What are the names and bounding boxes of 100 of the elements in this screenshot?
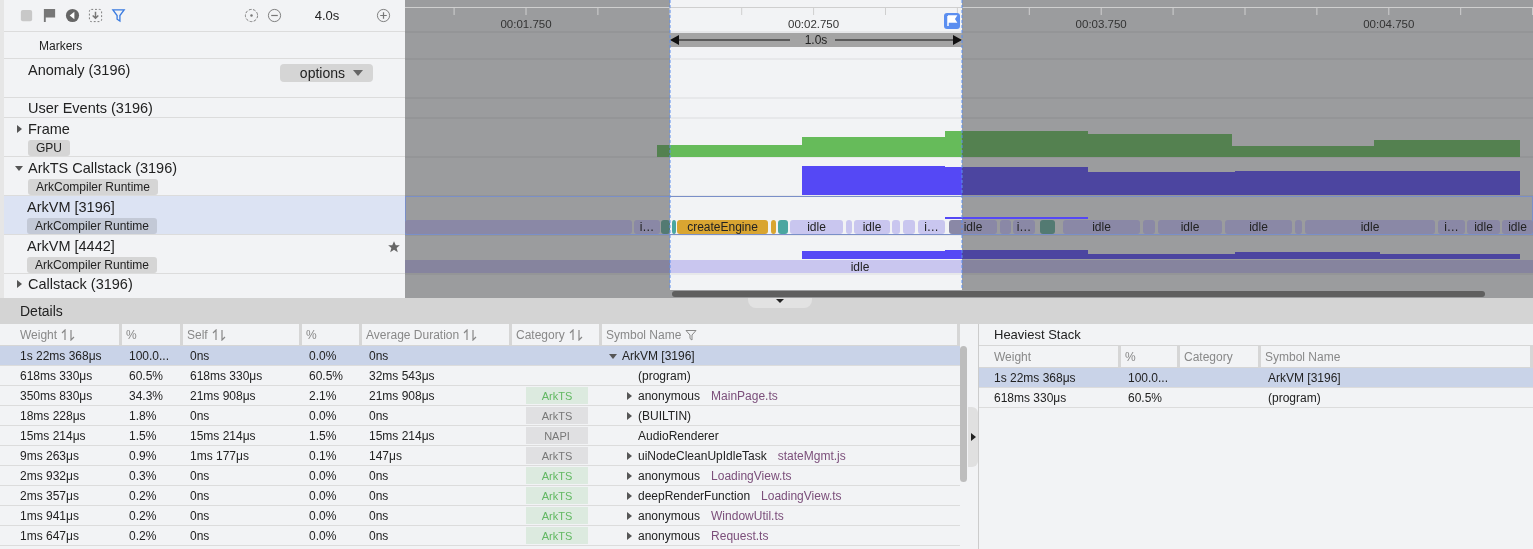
table-cell-text: 0ns: [368, 467, 390, 485]
call-slice[interactable]: idle: [1467, 220, 1500, 234]
flag-icon[interactable]: [42, 8, 57, 23]
expand-arrow-icon[interactable]: [624, 390, 634, 401]
capture-icon[interactable]: [88, 8, 103, 23]
lane-row[interactable]: User Events (3196): [4, 98, 405, 118]
sort-icon[interactable]: [61, 328, 76, 341]
call-slice[interactable]: idle: [949, 220, 997, 234]
call-slice[interactable]: idle: [790, 220, 843, 234]
table-row[interactable]: 9ms 263μs 0.9% 1ms 177μs 0.1% 147μs ArkTS uiNodeCleanUpIdleTask stateMgmt.js: [0, 446, 960, 466]
table-row[interactable]: 1s 22ms 368μs 100.0... 0ns 0.0% 0ns ArkVM [3196]: [0, 346, 960, 366]
call-slice[interactable]: i…: [1438, 220, 1465, 234]
expand-arrow-icon[interactable]: [624, 470, 634, 481]
table-cell-text: 15ms 214μs: [189, 427, 257, 445]
table-cell-text: ArkVM [3196]: [1267, 369, 1342, 387]
filter-icon[interactable]: [111, 8, 126, 23]
table-cell-text: 0.0%: [308, 407, 338, 425]
call-slice[interactable]: idle: [1305, 220, 1435, 234]
expand-arrow-icon[interactable]: [624, 490, 634, 501]
lane-row[interactable]: Frame GPU: [4, 118, 405, 157]
call-slice[interactable]: [672, 220, 676, 234]
call-slice[interactable]: idle: [1502, 220, 1533, 234]
table-cell-text: 15ms 214μs: [368, 427, 436, 445]
call-slice[interactable]: idle: [854, 220, 890, 234]
lane-title: Frame: [28, 121, 70, 137]
table-cell-text: 34.3%: [128, 387, 165, 405]
scrollbar-thumb[interactable]: [960, 346, 967, 482]
expand-arrow-icon[interactable]: [14, 124, 24, 134]
table-row[interactable]: 2ms 357μs 0.2% 0ns 0.0% 0ns ArkTS deepRenderFunction LoadingView.ts: [0, 486, 960, 506]
table-cell-text: 21ms 908μs: [368, 387, 436, 405]
call-slice[interactable]: [778, 220, 788, 234]
symbol-cell-text: AudioRenderer: [637, 427, 720, 445]
sort-icon[interactable]: [568, 328, 583, 341]
collapse-button[interactable]: [748, 298, 812, 308]
table-row[interactable]: 350ms 830μs 34.3% 21ms 908μs 2.1% 21ms 908μs ArkTS anonymous MainPage.ts: [0, 386, 960, 406]
lane-row[interactable]: Callstack (3196): [4, 274, 405, 295]
sort-icon[interactable]: [463, 328, 478, 341]
expand-arrow-icon[interactable]: [14, 163, 24, 173]
flag-icon[interactable]: [944, 13, 960, 29]
filter-icon[interactable]: [685, 328, 698, 341]
panel-title: Details: [20, 303, 63, 319]
time-label: 00:01.750: [500, 18, 552, 30]
call-slice[interactable]: idle: [1158, 220, 1222, 234]
expand-arrow-icon[interactable]: [624, 450, 634, 461]
call-slice[interactable]: [661, 220, 670, 234]
expand-arrow-icon[interactable]: [624, 530, 634, 541]
call-slice[interactable]: idle: [1063, 220, 1140, 234]
star-icon[interactable]: [387, 240, 401, 254]
selected-lane[interactable]: ArkVM [3196] ArkCompiler Runtime: [4, 196, 405, 235]
table-row[interactable]: 618ms 330μs 60.5% (program): [979, 388, 1533, 408]
call-slice[interactable]: i…: [918, 220, 945, 234]
table-row[interactable]: 618ms 330μs 60.5% 618ms 330μs 60.5% 32ms 543μs (program): [0, 366, 960, 386]
table-cell-text: 0.0%: [308, 347, 338, 365]
timer-icon[interactable]: [244, 8, 259, 23]
time-label: 00:03.750: [1075, 18, 1127, 30]
table-cell-text: 0.3%: [128, 467, 158, 485]
table-cell-text: 0.1%: [308, 447, 338, 465]
navigate-icon[interactable]: [65, 8, 80, 23]
table-row[interactable]: 2ms 932μs 0.3% 0ns 0.0% 0ns ArkTS anonymous LoadingView.ts: [0, 466, 960, 486]
selection-end-line[interactable]: [961, 0, 963, 291]
table-cell-text: 32ms 543μs: [368, 367, 436, 385]
table-cell-text: 618ms 330μs: [993, 389, 1068, 407]
options-dropdown[interactable]: options: [279, 64, 373, 82]
table-row[interactable]: 18ms 228μs 1.8% 0ns 0.0% 0ns ArkTS (BUILTIN): [0, 406, 960, 426]
expand-arrow-icon[interactable]: [14, 279, 24, 289]
call-slice[interactable]: idle: [1225, 220, 1292, 234]
time-label: 00:02.750: [788, 18, 840, 30]
lane-row[interactable]: Anomaly (3196) options: [4, 59, 405, 98]
table-cell-text: 618ms 330μs: [19, 367, 94, 385]
table-row[interactable]: 1ms 647μs 0.2% 0ns 0.0% 0ns ArkTS anonymous Request.ts: [0, 526, 960, 546]
symbol-cell-text: (program): [637, 367, 692, 385]
call-slice[interactable]: [771, 220, 776, 234]
lane-row[interactable]: ArkVM [4442] ArkCompiler Runtime: [4, 235, 405, 274]
table-cell-text: 1s 22ms 368μs: [993, 369, 1077, 387]
call-slice[interactable]: i…: [634, 220, 660, 234]
expand-arrow-icon[interactable]: [624, 410, 634, 421]
zoom-in-icon[interactable]: [376, 8, 391, 23]
call-slice[interactable]: createEngine: [677, 220, 768, 234]
expand-arrow-icon[interactable]: [624, 510, 634, 521]
category-tag: ArkTS: [526, 507, 588, 524]
zoom-out-icon[interactable]: [267, 8, 282, 23]
table-cell-text: 1.5%: [308, 427, 338, 445]
table-row[interactable]: 1ms 941μs 0.2% 0ns 0.0% 0ns ArkTS anonymous WindowUtil.ts: [0, 506, 960, 526]
table-row[interactable]: 1s 22ms 368μs 100.0... ArkVM [3196]: [979, 368, 1533, 388]
table-cell-text: 0.2%: [128, 527, 158, 545]
table-row[interactable]: 15ms 214μs 1.5% 15ms 214μs 1.5% 15ms 214μs NAPI AudioRenderer: [0, 426, 960, 446]
lane-tag: GPU: [28, 140, 70, 156]
call-slice[interactable]: i…: [1013, 220, 1035, 234]
sort-icon[interactable]: [211, 328, 226, 341]
symbol-cell: anonymous LoadingView.ts: [602, 466, 960, 485]
selection-start-line[interactable]: [669, 0, 671, 291]
lane-title: User Events (3196): [28, 100, 153, 116]
category-tag: ArkTS: [526, 487, 588, 504]
table-cell-text: 0.9%: [128, 447, 158, 465]
scrollbar-thumb[interactable]: [672, 291, 1485, 297]
lane-title: Callstack (3196): [28, 276, 133, 292]
category-tag: ArkTS: [526, 527, 588, 544]
call-slice[interactable]: idle: [405, 260, 1533, 274]
expand-panel-handle[interactable]: [968, 406, 978, 467]
table-cell-text: 2.1%: [308, 387, 338, 405]
